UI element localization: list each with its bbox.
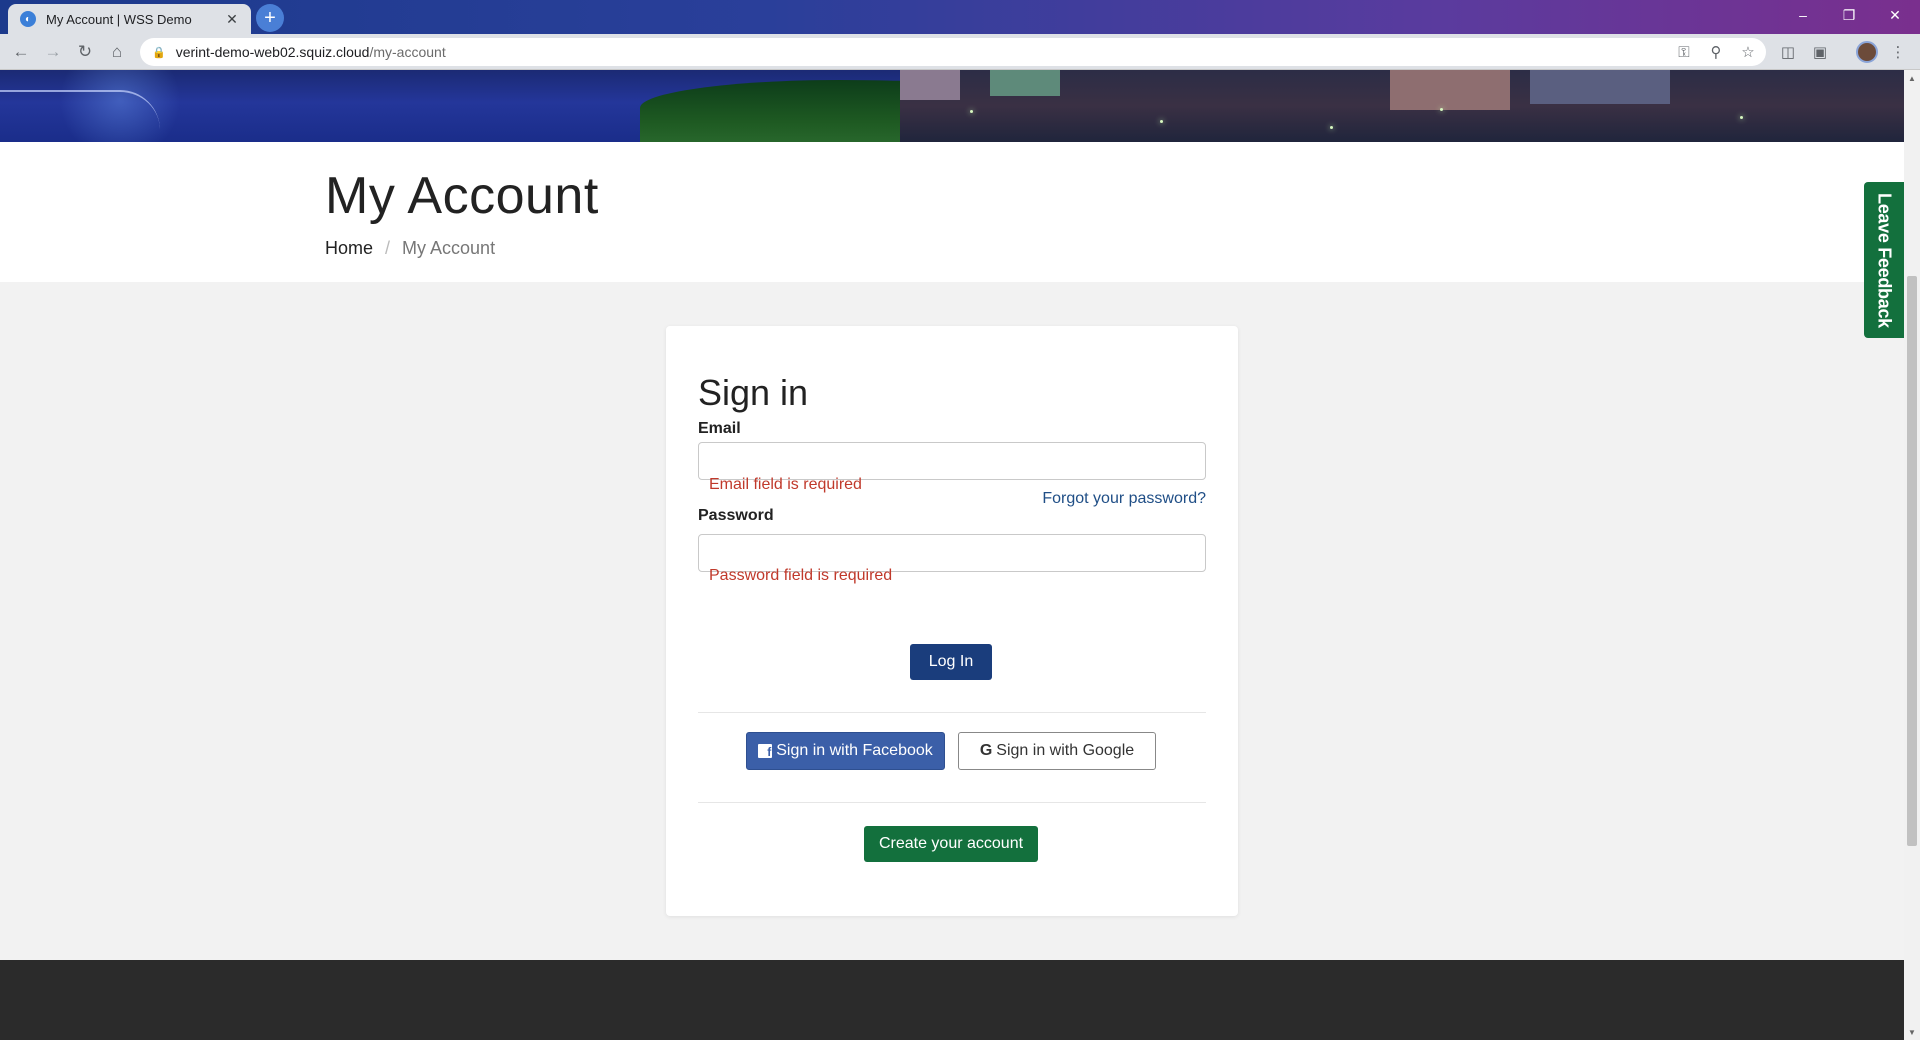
email-field[interactable] <box>698 442 1206 480</box>
hero-city <box>900 70 1904 142</box>
breadcrumb-separator: / <box>385 238 391 258</box>
lock-icon: 🔒 <box>152 46 166 59</box>
hero-light <box>970 110 973 113</box>
facebook-icon: f <box>758 744 773 758</box>
hero-building <box>990 70 1060 96</box>
new-tab-button[interactable]: + <box>256 4 284 32</box>
hero-river <box>0 90 160 142</box>
divider <box>698 802 1206 803</box>
extension-icon[interactable]: ◫ <box>1774 38 1802 66</box>
page-footer <box>0 960 1904 1040</box>
google-signin-button[interactable]: G Sign in with Google <box>958 732 1156 770</box>
scroll-up-icon[interactable]: ▲ <box>1904 70 1920 86</box>
hero-building <box>1390 70 1510 110</box>
forgot-password-link[interactable]: Forgot your password? <box>1042 490 1206 508</box>
forward-arrow-icon[interactable]: → <box>39 38 67 66</box>
page: My Account Home / My Account Sign in Ema… <box>0 70 1904 1040</box>
scroll-down-icon[interactable]: ▼ <box>1904 1024 1920 1040</box>
key-icon[interactable]: ⚿ <box>1670 38 1698 66</box>
create-account-button[interactable]: Create your account <box>864 826 1038 862</box>
tab-title: My Account | WSS Demo <box>46 11 192 27</box>
site-favicon-icon: ◐ <box>20 11 36 27</box>
leave-feedback-tab[interactable]: Leave Feedback <box>1864 182 1904 338</box>
facebook-signin-button[interactable]: f Sign in with Facebook <box>746 732 945 770</box>
password-error: Password field is required <box>709 567 893 584</box>
hero-light <box>1440 108 1443 111</box>
hero-light <box>1160 120 1163 123</box>
back-arrow-icon[interactable]: ← <box>7 38 35 66</box>
browser-tab[interactable]: ◐ My Account | WSS Demo ✕ <box>8 4 251 34</box>
signin-heading: Sign in <box>698 372 809 413</box>
hero-building <box>900 70 960 100</box>
restore-button[interactable]: ❐ <box>1826 0 1872 30</box>
breadcrumb-current: My Account <box>402 238 496 258</box>
facebook-signin-label: Sign in with Facebook <box>776 742 933 759</box>
email-error: Email field is required <box>709 476 862 493</box>
hero-building <box>1530 70 1670 104</box>
minimize-button[interactable]: – <box>1780 0 1826 30</box>
close-window-button[interactable]: ✕ <box>1872 0 1918 30</box>
scrollbar-thumb[interactable] <box>1907 276 1917 846</box>
extension-icon[interactable]: ▣ <box>1806 38 1834 66</box>
menu-dots-icon[interactable]: ⋮ <box>1884 38 1912 66</box>
password-label: Password <box>698 507 774 524</box>
page-header: My Account Home / My Account <box>0 142 1904 282</box>
url-path: /my-account <box>369 44 446 60</box>
star-icon[interactable]: ☆ <box>1734 38 1762 66</box>
zoom-icon[interactable]: ⚲ <box>1702 38 1730 66</box>
divider <box>698 712 1206 713</box>
address-bar[interactable]: 🔒 verint-demo-web02.squiz.cloud /my-acco… <box>140 38 1766 66</box>
browser-toolbar: ← → ↻ ⌂ 🔒 verint-demo-web02.squiz.cloud … <box>0 34 1920 70</box>
url-host: verint-demo-web02.squiz.cloud <box>175 44 370 60</box>
hero-light <box>1740 116 1743 119</box>
browser-tab-bar: ◐ My Account | WSS Demo ✕ + – ❐ ✕ <box>0 0 1920 34</box>
breadcrumb-home-link[interactable]: Home <box>325 238 373 259</box>
email-label: Email <box>698 420 741 437</box>
profile-avatar[interactable] <box>1856 41 1878 63</box>
page-title: My Account <box>325 167 599 225</box>
tab-close-icon[interactable]: ✕ <box>223 11 241 28</box>
leave-feedback-label: Leave Feedback <box>1874 192 1895 328</box>
login-button[interactable]: Log In <box>910 644 992 680</box>
hero-light <box>1330 126 1333 129</box>
hero-banner-image <box>0 70 1904 142</box>
home-icon[interactable]: ⌂ <box>103 38 131 66</box>
breadcrumb: Home / My Account <box>325 238 495 259</box>
reload-icon[interactable]: ↻ <box>71 38 99 66</box>
google-icon: G <box>979 742 993 759</box>
google-signin-label: Sign in with Google <box>996 742 1135 759</box>
signin-card: Sign in Email Email field is required Pa… <box>666 326 1238 916</box>
page-scrollbar[interactable]: ▲ ▼ <box>1904 70 1920 1040</box>
